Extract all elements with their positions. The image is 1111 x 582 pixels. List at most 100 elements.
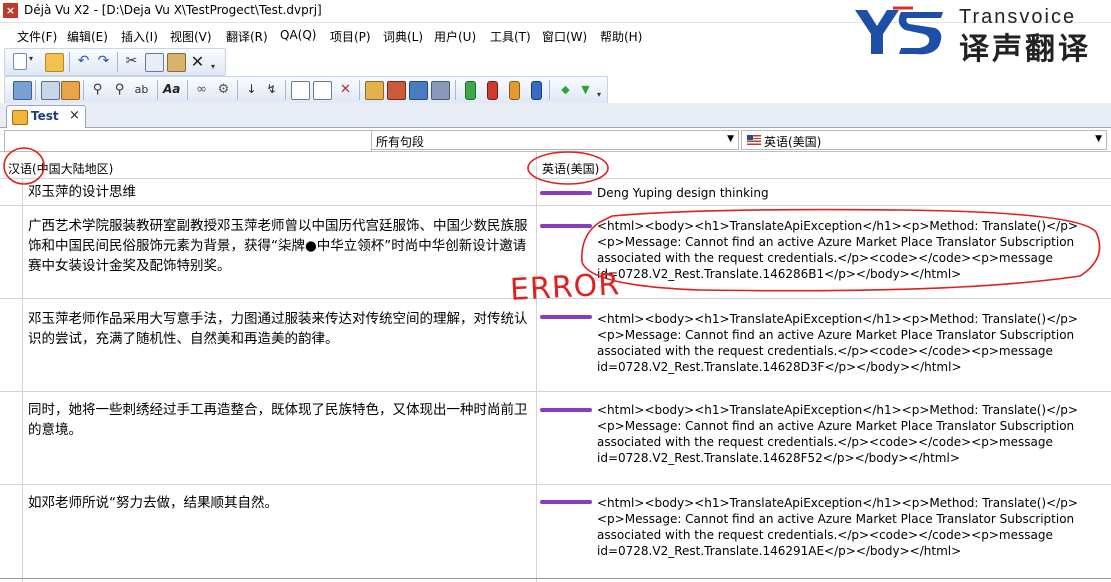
source-filter-input[interactable]	[4, 130, 372, 152]
menu-tools[interactable]: 工具(T)	[490, 28, 531, 45]
segment-status-bar	[540, 224, 592, 228]
segment-status-bar	[540, 408, 592, 412]
filter-bar: 所有句段 ▼ 英语(美国) ▼	[0, 129, 1111, 152]
toolbar-separator	[83, 80, 84, 100]
error-annotation-label: ERROR	[509, 267, 621, 308]
filter-icon[interactable]: ↯	[263, 81, 280, 98]
menu-help[interactable]: 帮助(H)	[600, 28, 642, 45]
toolbar-separator	[187, 80, 188, 100]
menu-file[interactable]: 文件(F)	[17, 28, 57, 45]
toolbar-overflow-icon[interactable]: ▾	[597, 91, 604, 99]
menu-bar: 文件(F) 编辑(E) 插入(I) 视图(V) 翻译(R) QA(Q) 项目(P…	[0, 24, 840, 46]
grid-header: 汉语(中国大陆地区) 英语(美国)	[0, 152, 1111, 179]
segment-edit-icon[interactable]	[313, 81, 332, 100]
translate-icon[interactable]	[41, 81, 60, 100]
toolbar-separator	[35, 80, 36, 100]
segment-filter-select[interactable]: 所有句段 ▼	[371, 130, 739, 150]
bottle-red-icon[interactable]	[487, 81, 498, 100]
sort-icon[interactable]: ↓	[243, 81, 260, 98]
menu-translate[interactable]: 翻译(R)	[226, 28, 268, 45]
redo-icon[interactable]: ↷	[95, 53, 112, 70]
target-language-select[interactable]: 英语(美国) ▼	[741, 130, 1107, 150]
toolbar-overflow-icon[interactable]: ▾	[211, 63, 218, 71]
clear-icon[interactable]: ✕	[337, 81, 354, 98]
tab-test[interactable]: Test ×	[6, 105, 86, 128]
translation-toolbar: ⚲ ⚲ ab Aa ∞ ⚙ ↓ ↯ ✕ ◆ ▼ ▾	[4, 76, 608, 104]
chevron-down-icon: ▼	[1095, 134, 1102, 144]
menu-view[interactable]: 视图(V)	[170, 28, 212, 45]
menu-window[interactable]: 窗口(W)	[542, 28, 587, 45]
target-text[interactable]: Deng Yuping design thinking	[597, 185, 1097, 201]
open-folder-icon[interactable]	[45, 53, 64, 72]
source-text[interactable]: 同时，她将一些刺绣经过手工再造整合，既体现了民族特色，又体现出一种时尚前卫的意境…	[28, 400, 528, 440]
target-text[interactable]: <html><body><h1>TranslateApiException</h…	[597, 311, 1097, 375]
project-icon[interactable]	[13, 81, 32, 100]
segment-row[interactable]: 同时，她将一些刺绣经过手工再造整合，既体现了民族特色，又体现出一种时尚前卫的意境…	[0, 392, 1111, 485]
segment-status-bar	[540, 500, 592, 504]
source-text[interactable]: 如邓老师所说“努力去做，结果顺其自然。	[28, 493, 528, 513]
project-file-icon	[12, 110, 28, 125]
source-column-header[interactable]: 汉语(中国大陆地区)	[8, 160, 113, 177]
target-language-value: 英语(美国)	[764, 135, 822, 149]
toolbar-separator	[117, 52, 118, 72]
menu-insert[interactable]: 插入(I)	[121, 28, 158, 45]
target-text[interactable]: <html><body><h1>TranslateApiException</h…	[597, 402, 1097, 466]
menu-qa[interactable]: QA(Q)	[280, 28, 316, 42]
toolbar-separator	[455, 80, 456, 100]
font-icon[interactable]: Aa	[163, 81, 180, 98]
toolbar-separator	[237, 80, 238, 100]
toolbar-separator	[157, 80, 158, 100]
tm-remove-icon[interactable]	[409, 81, 428, 100]
paste-icon[interactable]	[167, 53, 186, 72]
link-icon[interactable]: ∞	[193, 81, 210, 98]
bottle-blue-icon[interactable]	[531, 81, 542, 100]
new-file-dropdown-icon[interactable]: ▾	[29, 55, 36, 63]
us-flag-icon	[747, 135, 761, 145]
segment-status-bar	[540, 315, 592, 319]
lookup-icon[interactable]: ⚲	[89, 81, 106, 98]
unlink-icon[interactable]: ⚙	[215, 81, 232, 98]
toolbar-separator	[359, 80, 360, 100]
segment-row[interactable]: 邓玉萍的设计思维 Deng Yuping design thinking	[0, 179, 1111, 206]
segment-status-bar	[540, 191, 592, 195]
copy-icon[interactable]	[145, 53, 164, 72]
menu-user[interactable]: 用户(U)	[434, 28, 476, 45]
arrow-up-icon[interactable]: ◆	[557, 81, 574, 98]
segment-icon[interactable]	[291, 81, 310, 100]
arrow-down-icon[interactable]: ▼	[577, 81, 594, 98]
document-tab-strip: Test ×	[0, 103, 1111, 128]
grid-bottom-border	[0, 578, 1111, 579]
target-column-header[interactable]: 英语(美国)	[542, 160, 599, 177]
toolbar-separator	[549, 80, 550, 100]
menu-edit[interactable]: 编辑(E)	[67, 28, 108, 45]
source-text[interactable]: 邓玉萍的设计思维	[28, 182, 528, 202]
new-file-icon[interactable]	[13, 53, 27, 70]
source-text[interactable]: 邓玉萍老师作品采用大写意手法，力图通过服装来传达对传统空间的理解，对传统认识的尝…	[28, 309, 528, 349]
segment-row[interactable]: 如邓老师所说“努力去做，结果顺其自然。 <html><body><h1>Tran…	[0, 485, 1111, 579]
close-tab-icon[interactable]: ×	[69, 108, 80, 123]
logo-mark-icon	[855, 6, 943, 55]
cut-icon[interactable]: ✂	[123, 53, 140, 70]
bottle-green-icon[interactable]	[465, 81, 476, 100]
window-title: Déjà Vu X2 - [D:\Deja Vu X\TestProgect\T…	[24, 3, 322, 17]
tm-icon[interactable]	[365, 81, 384, 100]
menu-project[interactable]: 项目(P)	[330, 28, 371, 45]
segment-filter-value: 所有句段	[376, 135, 425, 149]
target-text[interactable]: <html><body><h1>TranslateApiException</h…	[597, 495, 1097, 559]
pretranslate-icon[interactable]	[61, 81, 80, 100]
menu-dictionary[interactable]: 词典(L)	[383, 28, 423, 45]
search-icon[interactable]: ⚲	[111, 81, 128, 98]
segment-row[interactable]: 邓玉萍老师作品采用大写意手法，力图通过服装来传达对传统空间的理解，对传统认识的尝…	[0, 299, 1111, 392]
tm-add-icon[interactable]	[387, 81, 406, 100]
app-icon[interactable]: ×	[3, 3, 18, 18]
toolbar-separator	[69, 52, 70, 72]
undo-icon[interactable]: ↶	[75, 53, 92, 70]
delete-icon[interactable]: ✕	[189, 53, 206, 70]
replace-icon[interactable]: ab	[133, 81, 150, 98]
target-text[interactable]: <html><body><h1>TranslateApiException</h…	[597, 218, 1097, 282]
tm-settings-icon[interactable]	[431, 81, 450, 100]
bottle-orange-icon[interactable]	[509, 81, 520, 100]
logo-chinese-text: 译声翻译	[959, 32, 1091, 67]
source-text[interactable]: 广西艺术学院服装教研室副教授邓玉萍老师曾以中国历代宫廷服饰、中国少数民族服饰和中…	[28, 216, 528, 276]
chevron-down-icon: ▼	[727, 134, 734, 144]
